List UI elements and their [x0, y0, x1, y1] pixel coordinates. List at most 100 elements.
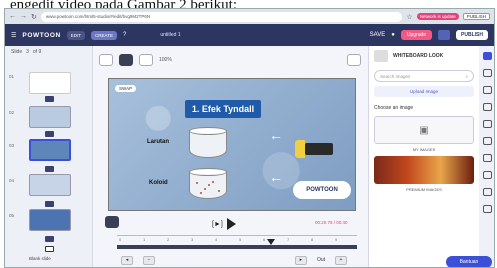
powtoon-watermark: POWTOON: [293, 181, 351, 199]
label-larutan[interactable]: Larutan: [147, 139, 169, 145]
grid-icon[interactable]: [139, 54, 153, 66]
plus-icon[interactable]: +: [335, 255, 347, 265]
image-search-input[interactable]: Search Images ⌕: [374, 70, 474, 82]
slide-number: 01: [9, 74, 15, 79]
exit-effect-icon[interactable]: ▸: [294, 255, 307, 265]
slide-thumb-3[interactable]: [29, 139, 71, 161]
back-icon[interactable]: ←: [9, 13, 16, 20]
camera-icon[interactable]: [45, 201, 54, 207]
powtoon-screenshot: ← → ↻ www.powtoon.com/html5-studio/#/edi…: [4, 8, 495, 268]
copy-icon[interactable]: [347, 54, 361, 66]
slide-number: 05: [9, 213, 15, 218]
playhead-handle[interactable]: [267, 239, 275, 245]
background-icon[interactable]: [483, 86, 492, 94]
timeline-tick: 5: [239, 237, 242, 242]
slide-canvas[interactable]: SWAP 1. Efek Tyndall Larutan Koloid ← ← …: [108, 78, 356, 211]
my-images-label: MY IMAGES: [412, 147, 436, 152]
panel-header: WHITEBOARD LOOK: [369, 46, 479, 66]
reload-icon[interactable]: ↻: [31, 13, 37, 21]
search-icon[interactable]: ⌕: [465, 74, 468, 79]
tab-edit[interactable]: EDIT: [66, 30, 86, 40]
image-icon[interactable]: [483, 171, 492, 179]
canvas-toolbar: 100%: [99, 50, 361, 70]
timeline-tick: 6: [263, 237, 266, 242]
timeline-tick: 8: [311, 237, 314, 242]
choose-image-heading: Choose an image: [374, 105, 414, 111]
timeline-tick: 2: [167, 237, 170, 242]
browser-toolbar: ← → ↻ www.powtoon.com/html5-studio/#/edi…: [5, 9, 494, 24]
play-control[interactable]: [►]: [212, 218, 236, 230]
shapes-icon[interactable]: [483, 154, 492, 162]
premium-images-label: PREMIUM IMAGES: [406, 187, 442, 192]
powtoon-logo: POWTOON: [22, 31, 61, 39]
upgrade-button[interactable]: Upgrade: [400, 30, 433, 40]
record-icon[interactable]: [119, 54, 133, 66]
camera-icon[interactable]: [45, 131, 54, 137]
style-thumbnail-icon: [374, 50, 388, 62]
beaker-colloid[interactable]: [189, 168, 227, 199]
address-bar[interactable]: www.powtoon.com/html5-studio/#/edit/bvg9…: [40, 11, 403, 22]
label-koloid[interactable]: Koloid: [149, 180, 168, 186]
camera-icon[interactable]: [45, 236, 54, 242]
slide-number: 04: [9, 178, 15, 183]
library-panel: WHITEBOARD LOOK Search Images ⌕ Upload I…: [368, 46, 479, 267]
swap-button[interactable]: SWAP: [115, 85, 137, 92]
zoom-level[interactable]: 100%: [159, 57, 172, 63]
tab-create[interactable]: CREATE: [91, 30, 117, 40]
play-icon[interactable]: [226, 218, 236, 230]
help-icon[interactable]: ?: [123, 32, 126, 38]
character-icon[interactable]: [483, 120, 492, 128]
layout-category-icon[interactable]: [483, 69, 492, 77]
user-icon[interactable]: ●: [391, 32, 395, 38]
menu-icon[interactable]: ☰: [11, 32, 16, 39]
slide-number: 02: [9, 110, 15, 115]
timeline-tick: 9: [335, 237, 338, 242]
pin-icon[interactable]: [105, 216, 119, 228]
slide-number: 03: [9, 143, 15, 148]
category-rail: [479, 46, 494, 267]
document-title[interactable]: untitled 1: [160, 32, 180, 38]
sound-icon[interactable]: [483, 205, 492, 213]
my-images-card[interactable]: ▣: [374, 116, 474, 144]
timeline-controls: ◂ − ▸ Out +: [121, 254, 347, 266]
props-icon[interactable]: [483, 137, 492, 145]
play-preview-label[interactable]: [►]: [212, 221, 223, 228]
enter-effect-icon[interactable]: ◂: [121, 255, 133, 265]
add-slide-icon[interactable]: [45, 246, 54, 252]
beaker-solution[interactable]: [189, 127, 227, 158]
slide-thumb-2[interactable]: [29, 106, 71, 128]
network-badge[interactable]: Network is update: [416, 13, 459, 20]
slide-thumb-4[interactable]: [29, 174, 71, 196]
layout-icon[interactable]: [99, 54, 113, 66]
upload-image-button[interactable]: Upload Image: [374, 86, 474, 97]
slide-counter: Slide 3 of 9: [11, 49, 42, 55]
slide-thumb-1[interactable]: [29, 72, 71, 94]
timeline-tick: 0: [119, 237, 122, 242]
preview-icon[interactable]: [438, 30, 451, 40]
timeline-tick: 1: [143, 237, 146, 242]
timeline-tick: 7: [287, 237, 290, 242]
camera-icon[interactable]: [45, 166, 54, 172]
slides-panel: Slide 3 of 9 01 02 03 04 05 Blank slide: [5, 46, 93, 267]
timeline-tick: 4: [215, 237, 218, 242]
camera-icon[interactable]: [45, 96, 54, 102]
browser-publish-button[interactable]: PUBLISH: [462, 13, 490, 20]
home-icon[interactable]: [483, 52, 492, 60]
slide-title-banner[interactable]: 1. Efek Tyndall: [185, 100, 261, 118]
timeline-track[interactable]: [117, 245, 357, 249]
flashlight-icon[interactable]: [295, 140, 333, 158]
premium-images-card[interactable]: [374, 156, 474, 184]
slide-thumb-5[interactable]: [29, 209, 71, 231]
publish-button[interactable]: PUBLISH: [456, 30, 488, 40]
minus-icon[interactable]: −: [143, 255, 155, 265]
forward-icon[interactable]: →: [20, 13, 27, 20]
star-icon[interactable]: ☆: [406, 13, 412, 21]
help-button[interactable]: Bantuan: [446, 256, 492, 267]
image-gallery-icon: ▣: [419, 124, 429, 136]
out-label[interactable]: Out: [317, 257, 325, 263]
video-icon[interactable]: [483, 188, 492, 196]
text-icon[interactable]: [483, 103, 492, 111]
blank-slide-label[interactable]: Blank slide: [29, 256, 51, 261]
save-button[interactable]: SAVE: [370, 32, 386, 38]
app-header: ☰ POWTOON EDIT CREATE ? untitled 1 SAVE …: [5, 24, 494, 46]
